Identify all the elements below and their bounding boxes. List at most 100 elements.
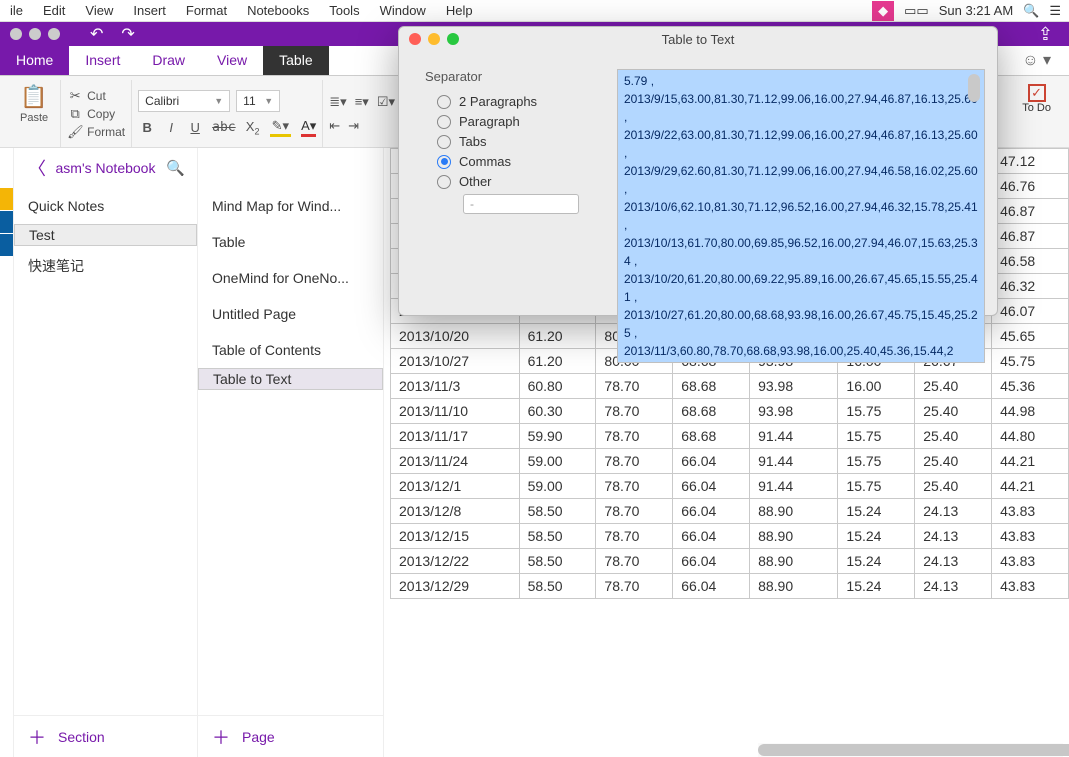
table-cell[interactable]: 25.40 <box>915 474 992 499</box>
section-item[interactable]: Test <box>14 224 197 246</box>
table-cell[interactable]: 46.07 <box>992 299 1069 324</box>
page-item[interactable]: Table of Contents <box>198 332 383 368</box>
displays-icon[interactable]: ▭▭ <box>904 3 929 19</box>
section-color-tab[interactable] <box>0 234 13 256</box>
table-cell[interactable]: 78.70 <box>596 499 673 524</box>
menu-format[interactable]: Format <box>176 1 237 20</box>
table-cell[interactable]: 66.04 <box>673 574 750 599</box>
table-cell[interactable]: 88.90 <box>750 549 838 574</box>
separator-radio[interactable]: Commas <box>437 154 605 169</box>
table-cell[interactable]: 91.44 <box>750 424 838 449</box>
table-cell[interactable]: 15.75 <box>838 474 915 499</box>
table-cell[interactable]: 15.24 <box>838 499 915 524</box>
table-cell[interactable]: 93.98 <box>750 374 838 399</box>
table-cell[interactable]: 66.04 <box>673 549 750 574</box>
table-cell[interactable]: 68.68 <box>673 424 750 449</box>
table-cell[interactable]: 43.83 <box>992 549 1069 574</box>
table-cell[interactable]: 46.58 <box>992 249 1069 274</box>
tab-draw[interactable]: Draw <box>136 46 201 75</box>
italic-button[interactable]: I <box>164 120 178 135</box>
table-cell[interactable]: 24.13 <box>915 499 992 524</box>
table-cell[interactable]: 44.21 <box>992 474 1069 499</box>
separator-radio[interactable]: Tabs <box>437 134 605 149</box>
preview-scrollbar[interactable] <box>968 72 982 360</box>
table-cell[interactable]: 25.40 <box>915 374 992 399</box>
table-cell[interactable]: 2013/12/8 <box>391 499 520 524</box>
table-cell[interactable]: 59.00 <box>519 474 596 499</box>
other-separator-input[interactable] <box>463 194 579 214</box>
table-cell[interactable]: 47.12 <box>992 149 1069 174</box>
share-icon[interactable]: ⇪ <box>1038 24 1053 45</box>
menu-window[interactable]: Window <box>370 1 436 20</box>
table-cell[interactable]: 66.04 <box>673 499 750 524</box>
checklist-button[interactable]: ☑▾ <box>377 94 395 110</box>
underline-button[interactable]: U <box>188 120 202 135</box>
table-cell[interactable]: 58.50 <box>519 574 596 599</box>
table-cell[interactable]: 78.70 <box>596 574 673 599</box>
numbering-button[interactable]: ≡▾ <box>355 94 369 110</box>
section-color-tab[interactable] <box>0 211 13 233</box>
table-cell[interactable]: 43.83 <box>992 524 1069 549</box>
table-cell[interactable]: 43.83 <box>992 574 1069 599</box>
indent-button[interactable]: ⇥ <box>348 118 359 134</box>
bullets-button[interactable]: ≣▾ <box>329 94 346 110</box>
table-cell[interactable]: 15.75 <box>838 399 915 424</box>
section-color-tab[interactable] <box>0 188 13 210</box>
copy-button[interactable]: ⧉Copy <box>67 105 125 123</box>
table-cell[interactable]: 24.13 <box>915 574 992 599</box>
highlight-button[interactable]: ✎▾ <box>270 118 291 137</box>
minimize-button[interactable] <box>29 28 41 40</box>
table-cell[interactable]: 2013/11/3 <box>391 374 520 399</box>
tab-table[interactable]: Table <box>263 46 328 75</box>
table-cell[interactable]: 15.75 <box>838 449 915 474</box>
tab-insert[interactable]: Insert <box>69 46 136 75</box>
font-size-select[interactable]: 11▼ <box>236 90 280 112</box>
table-cell[interactable]: 45.65 <box>992 324 1069 349</box>
table-cell[interactable]: 44.21 <box>992 449 1069 474</box>
menu-tools[interactable]: Tools <box>319 1 369 20</box>
tab-view[interactable]: View <box>201 46 263 75</box>
outdent-button[interactable]: ⇤ <box>329 118 340 134</box>
add-section-button[interactable]: ＋Section <box>14 715 197 757</box>
strike-button[interactable]: abc <box>212 120 235 135</box>
menu-view[interactable]: View <box>75 1 123 20</box>
table-cell[interactable]: 25.40 <box>915 449 992 474</box>
table-cell[interactable]: 66.04 <box>673 524 750 549</box>
table-cell[interactable]: 43.83 <box>992 499 1069 524</box>
table-cell[interactable]: 66.04 <box>673 474 750 499</box>
back-button[interactable]: 〈 <box>28 155 46 181</box>
table-cell[interactable]: 45.36 <box>992 374 1069 399</box>
table-cell[interactable]: 68.68 <box>673 399 750 424</box>
menu-icon[interactable]: ☰ <box>1049 3 1061 19</box>
table-cell[interactable]: 2013/11/17 <box>391 424 520 449</box>
horizontal-scrollbar[interactable] <box>758 743 1063 757</box>
paste-button[interactable]: 📋 Paste <box>14 80 54 128</box>
format-painter-button[interactable]: 🖌Format <box>67 123 125 141</box>
zoom-button[interactable] <box>48 28 60 40</box>
table-cell[interactable]: 25.40 <box>915 424 992 449</box>
table-cell[interactable]: 2013/11/10 <box>391 399 520 424</box>
table-cell[interactable]: 46.32 <box>992 274 1069 299</box>
table-cell[interactable]: 58.50 <box>519 524 596 549</box>
bold-button[interactable]: B <box>140 120 154 135</box>
undo-button[interactable]: ↶ <box>90 24 103 44</box>
table-cell[interactable]: 78.70 <box>596 399 673 424</box>
table-cell[interactable]: 78.70 <box>596 374 673 399</box>
table-cell[interactable]: 78.70 <box>596 474 673 499</box>
table-cell[interactable]: 60.80 <box>519 374 596 399</box>
separator-radio[interactable]: Other <box>437 174 605 189</box>
menu-ile[interactable]: ile <box>0 1 33 20</box>
todo-tag-button[interactable]: ✓ To Do <box>1012 80 1061 147</box>
table-cell[interactable]: 78.70 <box>596 549 673 574</box>
cut-button[interactable]: ✂Cut <box>67 87 125 105</box>
table-cell[interactable]: 2013/12/1 <box>391 474 520 499</box>
table-cell[interactable]: 88.90 <box>750 524 838 549</box>
table-cell[interactable]: 78.70 <box>596 524 673 549</box>
redo-button[interactable]: ↷ <box>121 24 134 44</box>
table-cell[interactable]: 46.76 <box>992 174 1069 199</box>
table-cell[interactable]: 93.98 <box>750 399 838 424</box>
table-cell[interactable]: 2013/12/29 <box>391 574 520 599</box>
page-item[interactable]: Untitled Page <box>198 296 383 332</box>
table-cell[interactable]: 15.24 <box>838 549 915 574</box>
table-cell[interactable]: 24.13 <box>915 549 992 574</box>
